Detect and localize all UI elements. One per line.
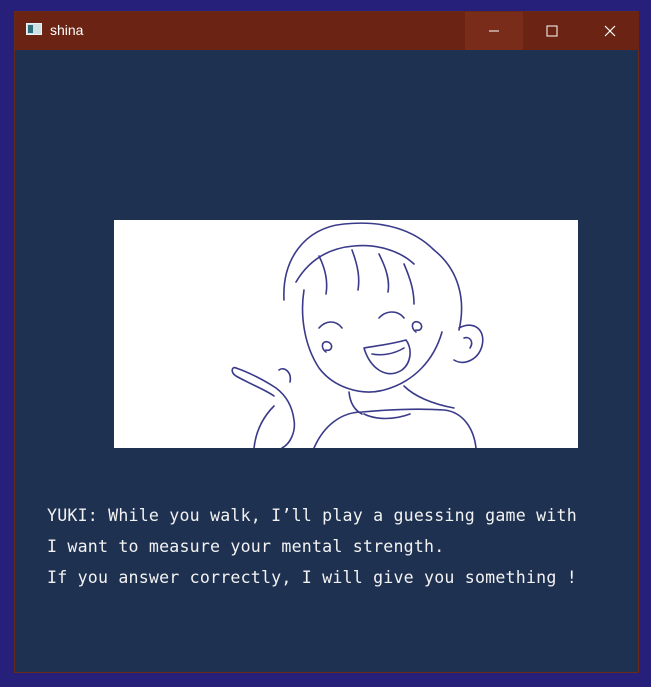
close-icon xyxy=(604,25,616,37)
title-bar[interactable]: shina xyxy=(15,12,639,50)
close-button[interactable] xyxy=(581,12,639,50)
dialogue-line-2: I want to measure your mental strength. xyxy=(47,537,445,556)
event-illustration xyxy=(114,220,578,448)
app-icon xyxy=(26,23,42,35)
maximize-icon xyxy=(546,25,558,37)
smiling-boy-illustration xyxy=(231,222,484,448)
game-window: shina YUKI: While you walk, I’ll play a … xyxy=(14,11,639,673)
dialogue-line-1: YUKI: While you walk, I’ll play a guessi… xyxy=(47,506,577,525)
minimize-icon xyxy=(489,30,499,32)
dialogue-box[interactable]: YUKI: While you walk, I’ll play a guessi… xyxy=(47,500,647,593)
minimize-button[interactable] xyxy=(465,12,523,50)
dialogue-line-3: If you answer correctly, I will give you… xyxy=(47,568,577,587)
maximize-button[interactable] xyxy=(523,12,581,50)
window-title: shina xyxy=(50,22,84,38)
